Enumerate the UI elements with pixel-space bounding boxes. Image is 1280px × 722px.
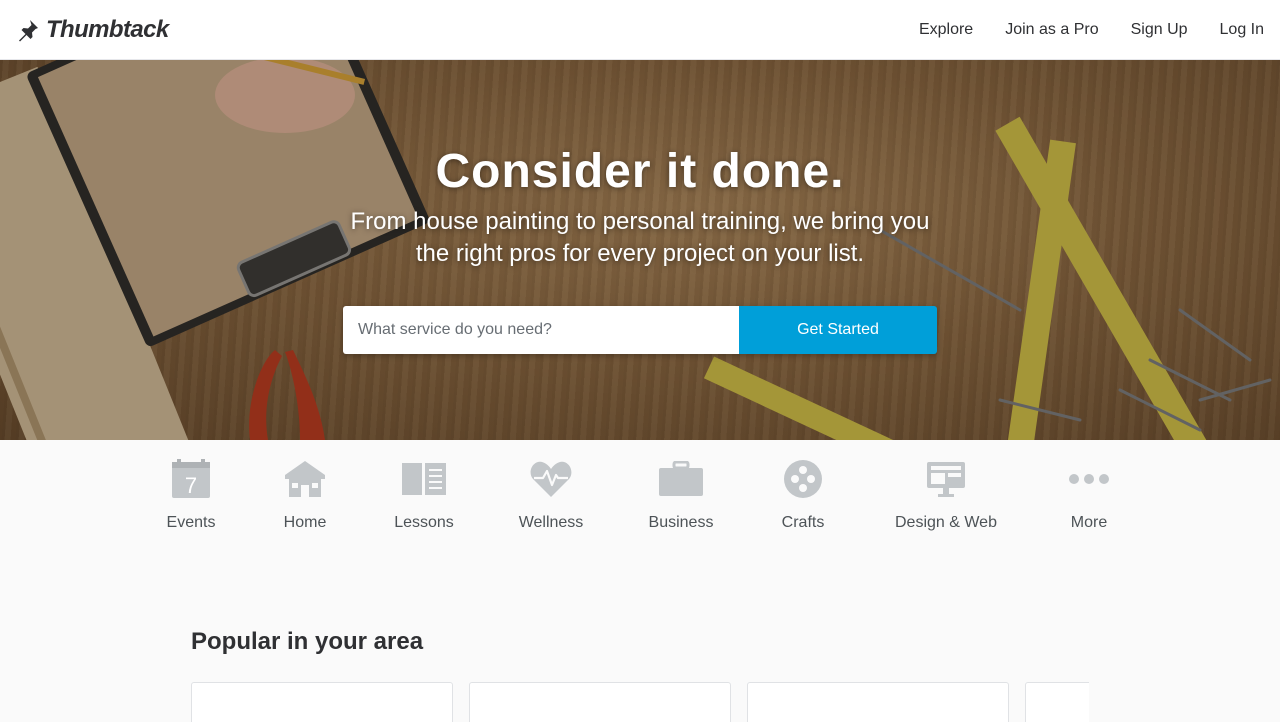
brand-name: Thumbtack xyxy=(46,15,169,43)
monitor-icon xyxy=(927,462,965,497)
hero-title: Consider it done. xyxy=(435,145,845,198)
category-label: More xyxy=(1070,514,1108,531)
hero-banner: Consider it done. From house painting to… xyxy=(0,60,1280,440)
heart-pulse-icon xyxy=(530,461,572,497)
get-started-button[interactable]: Get Started xyxy=(739,306,937,354)
pushpin-icon xyxy=(19,19,38,41)
category-more[interactable]: More xyxy=(1024,458,1154,532)
popular-cards-carousel xyxy=(191,682,1089,722)
palette-icon xyxy=(784,460,822,498)
brand-logo[interactable]: Thumbtack xyxy=(16,16,169,44)
category-label: Lessons xyxy=(394,514,454,531)
nav-join-as-pro[interactable]: Join as a Pro xyxy=(1005,21,1098,39)
popular-section-title: Popular in your area xyxy=(191,628,424,655)
hero-subtitle: From house painting to personal training… xyxy=(350,208,930,267)
popular-card[interactable] xyxy=(191,682,453,722)
category-label: Business xyxy=(648,514,714,531)
category-label: Wellness xyxy=(518,514,584,531)
category-events[interactable]: 7 Events xyxy=(126,458,256,532)
category-label: Home xyxy=(283,514,327,531)
category-label: Events xyxy=(166,514,216,531)
category-label: Design & Web xyxy=(895,514,997,531)
top-nav: Explore Join as a Pro Sign Up Log In xyxy=(919,21,1264,39)
category-label: Crafts xyxy=(781,514,825,531)
popular-card[interactable] xyxy=(1025,682,1089,722)
top-header: Thumbtack Explore Join as a Pro Sign Up … xyxy=(0,0,1280,60)
category-crafts[interactable]: Crafts xyxy=(738,458,868,532)
nav-sign-up[interactable]: Sign Up xyxy=(1131,21,1188,39)
house-icon xyxy=(285,461,325,497)
category-lessons[interactable]: Lessons xyxy=(359,458,489,532)
calendar-icon: 7 xyxy=(172,459,210,498)
nav-log-in[interactable]: Log In xyxy=(1220,21,1264,39)
more-dots-icon xyxy=(1069,474,1109,484)
category-home[interactable]: Home xyxy=(240,458,370,532)
calendar-day: 7 xyxy=(185,473,197,498)
service-search-input[interactable] xyxy=(343,306,739,354)
popular-card[interactable] xyxy=(747,682,1009,722)
service-search-form: Get Started xyxy=(343,306,937,354)
book-icon xyxy=(402,463,446,495)
category-wellness[interactable]: Wellness xyxy=(486,458,616,532)
popular-card[interactable] xyxy=(469,682,731,722)
category-business[interactable]: Business xyxy=(616,458,746,532)
briefcase-icon xyxy=(659,461,703,496)
category-bar: 7 Events Home Lessons Wellness Business … xyxy=(0,440,1280,540)
nav-explore[interactable]: Explore xyxy=(919,21,973,39)
category-design-web[interactable]: Design & Web xyxy=(881,458,1011,532)
